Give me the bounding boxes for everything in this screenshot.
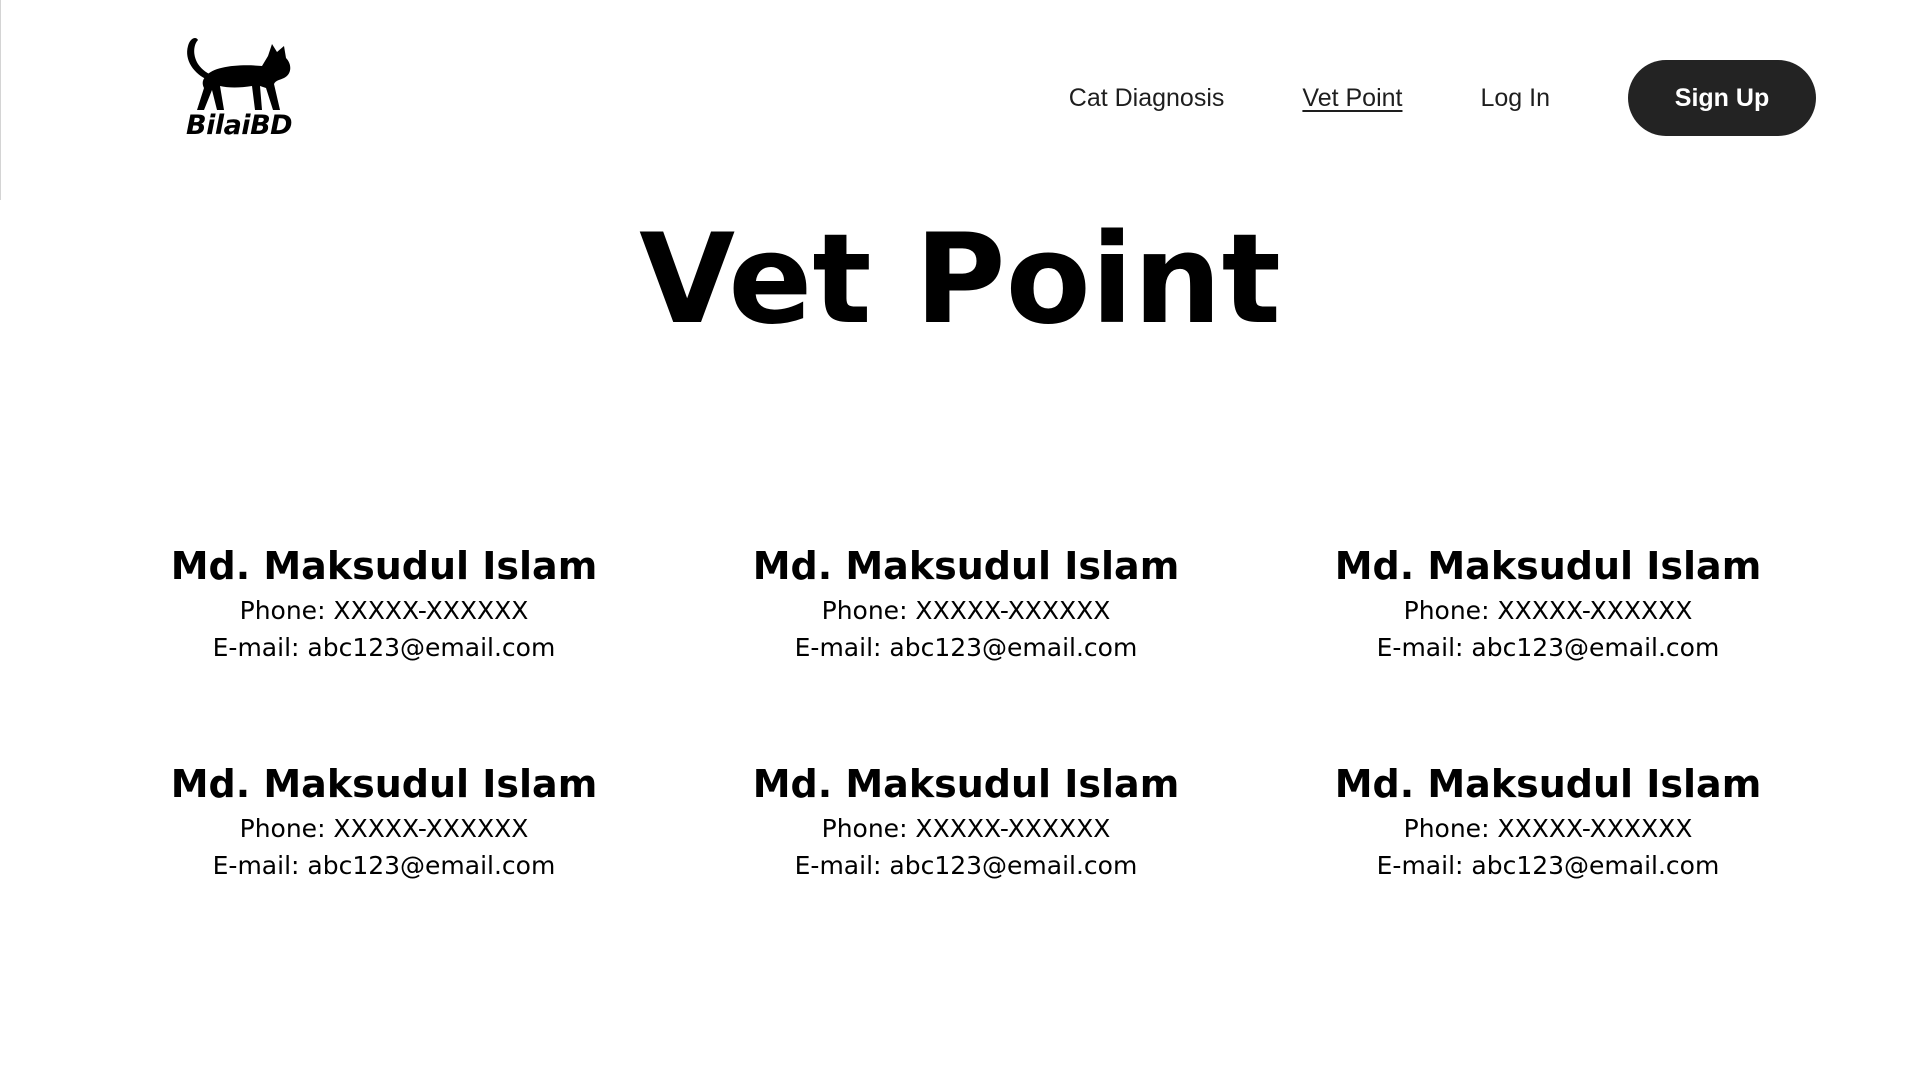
vet-phone: Phone: XXXXX-XXXXXX <box>239 596 529 625</box>
vet-name: Md. Maksudul Islam <box>170 544 598 588</box>
left-divider <box>0 0 1 200</box>
page: BilaiBD Cat Diagnosis Vet Point Log In S… <box>0 0 1920 1080</box>
cat-silhouette-icon <box>187 38 291 110</box>
vet-name: Md. Maksudul Islam <box>170 762 598 806</box>
vet-card: Md. Maksudul Islam Phone: XXXXX-XXXXXX E… <box>686 540 1246 666</box>
logo-text: BilaiBD <box>186 110 293 141</box>
nav-cat-diagnosis[interactable]: Cat Diagnosis <box>1069 84 1225 113</box>
nav-vet-point[interactable]: Vet Point <box>1302 84 1402 113</box>
sign-up-button[interactable]: Sign Up <box>1628 60 1816 136</box>
vet-card: Md. Maksudul Islam Phone: XXXXX-XXXXXX E… <box>1268 540 1828 666</box>
top-nav: Cat Diagnosis Vet Point Log In Sign Up <box>1069 60 1816 136</box>
vet-card: Md. Maksudul Islam Phone: XXXXX-XXXXXX E… <box>1268 758 1828 884</box>
vet-email: E-mail: abc123@email.com <box>212 851 556 880</box>
vet-name: Md. Maksudul Islam <box>1334 762 1762 806</box>
nav-log-in[interactable]: Log In <box>1480 84 1550 113</box>
vet-phone: Phone: XXXXX-XXXXXX <box>821 814 1111 843</box>
logo-link[interactable]: BilaiBD <box>180 34 300 144</box>
vet-phone: Phone: XXXXX-XXXXXX <box>239 814 529 843</box>
vet-name: Md. Maksudul Islam <box>752 762 1180 806</box>
page-title: Vet Point <box>639 208 1281 352</box>
vet-card: Md. Maksudul Islam Phone: XXXXX-XXXXXX E… <box>104 758 664 884</box>
vet-email: E-mail: abc123@email.com <box>794 633 1138 662</box>
vet-card: Md. Maksudul Islam Phone: XXXXX-XXXXXX E… <box>104 540 664 666</box>
vet-phone: Phone: XXXXX-XXXXXX <box>821 596 1111 625</box>
vet-phone: Phone: XXXXX-XXXXXX <box>1403 596 1693 625</box>
vet-email: E-mail: abc123@email.com <box>794 851 1138 880</box>
vet-email: E-mail: abc123@email.com <box>212 633 556 662</box>
vet-email: E-mail: abc123@email.com <box>1376 633 1720 662</box>
vet-phone: Phone: XXXXX-XXXXXX <box>1403 814 1693 843</box>
vet-email: E-mail: abc123@email.com <box>1376 851 1720 880</box>
vet-name: Md. Maksudul Islam <box>752 544 1180 588</box>
vet-card: Md. Maksudul Islam Phone: XXXXX-XXXXXX E… <box>686 758 1246 884</box>
vet-name: Md. Maksudul Islam <box>1334 544 1762 588</box>
